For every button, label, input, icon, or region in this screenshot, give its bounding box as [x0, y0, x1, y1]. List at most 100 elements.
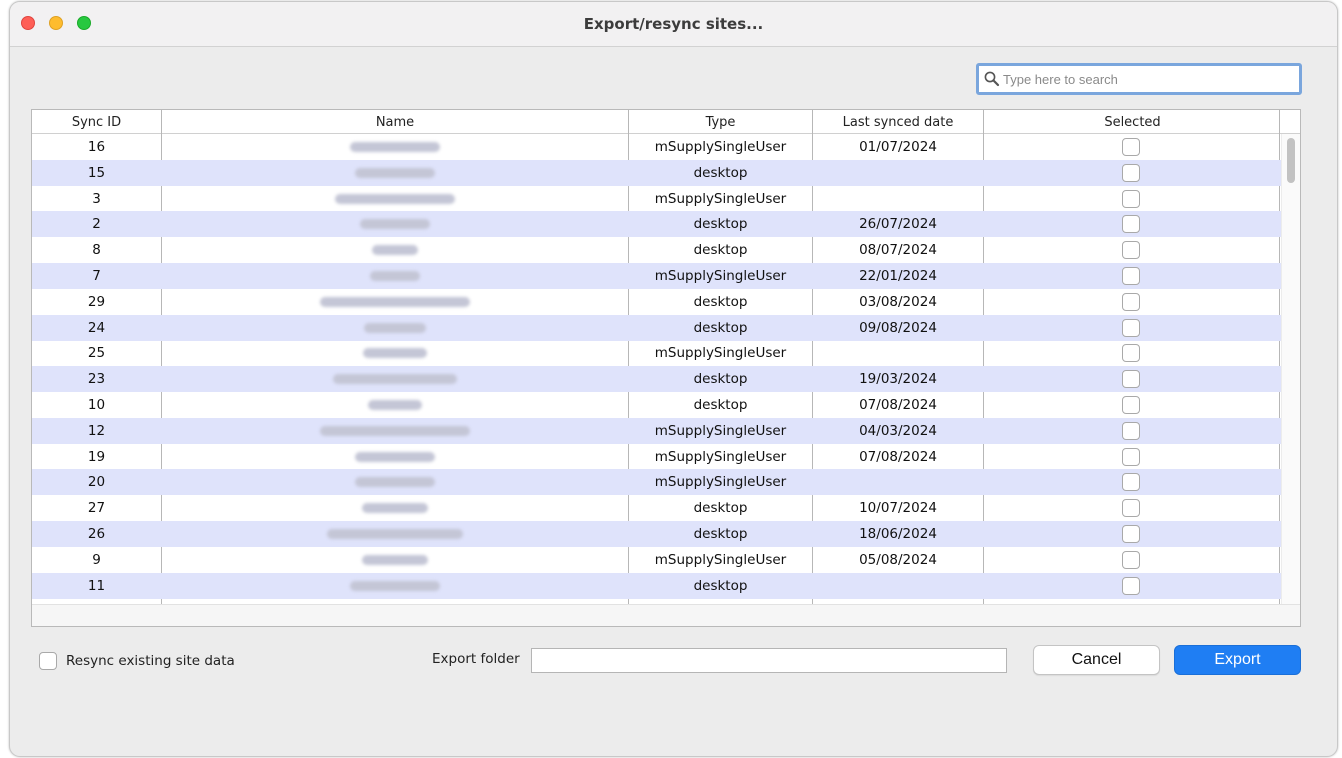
table-row[interactable]: 29 desktop 03/08/2024 — [32, 289, 1282, 315]
table-row[interactable]: 23 desktop 19/03/2024 — [32, 366, 1282, 393]
table-row[interactable]: 27 desktop 10/07/2024 — [32, 495, 1282, 521]
selected-checkbox[interactable] — [1122, 499, 1140, 518]
column-header-selected[interactable]: Selected — [984, 115, 1281, 130]
title-bar: Export/resync sites... — [10, 2, 1337, 47]
last-synced-cell: 10/07/2024 — [859, 500, 937, 517]
last-synced-cell: 08/07/2024 — [859, 242, 937, 259]
selected-checkbox[interactable] — [1122, 525, 1140, 543]
selected-checkbox[interactable] — [1122, 189, 1140, 208]
redacted-name — [364, 322, 426, 333]
search-input[interactable] — [1003, 68, 1293, 90]
table-row[interactable]: 2 desktop 26/07/2024 — [32, 211, 1282, 238]
redacted-name — [355, 477, 435, 488]
type-cell: mSupplySingleUser — [654, 448, 787, 465]
name-cell — [162, 449, 628, 466]
sync-id-cell: 23 — [87, 371, 106, 388]
export-folder-input[interactable] — [531, 648, 1007, 673]
redacted-name — [362, 554, 428, 565]
selected-checkbox[interactable] — [1122, 163, 1140, 182]
search-icon — [984, 71, 1000, 87]
table-row[interactable]: 12 mSupplySingleUser 04/03/2024 — [32, 417, 1282, 444]
selected-checkbox[interactable] — [1122, 318, 1140, 337]
vertical-scrollbar[interactable] — [1281, 134, 1300, 604]
type-cell: mSupplySingleUser — [654, 139, 787, 155]
selected-checkbox[interactable] — [1122, 576, 1140, 595]
table-row[interactable]: 8 desktop 08/07/2024 — [32, 237, 1282, 263]
name-cell — [162, 552, 628, 569]
redacted-name — [327, 529, 463, 539]
type-cell: mSupplySingleUser — [654, 551, 787, 568]
selected-checkbox[interactable] — [1122, 138, 1140, 156]
column-header-last-synced[interactable]: Last synced date — [813, 115, 983, 130]
redacted-name — [335, 193, 455, 204]
name-cell — [162, 500, 628, 517]
type-cell: desktop — [693, 242, 748, 259]
table-row[interactable]: 25 mSupplySingleUser — [32, 340, 1282, 366]
table-row[interactable]: 19 mSupplySingleUser 07/08/2024 — [32, 444, 1282, 470]
selected-checkbox[interactable] — [1122, 241, 1140, 260]
selected-checkbox[interactable] — [1122, 447, 1140, 466]
sync-id-cell: 12 — [87, 422, 106, 439]
name-cell — [162, 320, 628, 337]
sync-id-cell: 24 — [87, 319, 106, 336]
cancel-button[interactable]: Cancel — [1033, 645, 1160, 675]
type-cell: desktop — [693, 164, 748, 181]
column-header-type[interactable]: Type — [629, 115, 812, 130]
export-button[interactable]: Export — [1174, 645, 1301, 675]
sync-id-cell: 7 — [92, 268, 101, 284]
search-field[interactable] — [976, 63, 1302, 95]
selected-checkbox[interactable] — [1122, 344, 1140, 363]
name-cell — [162, 371, 628, 388]
type-cell: desktop — [693, 319, 748, 336]
horizontal-scrollbar[interactable] — [32, 604, 1300, 626]
scrollbar-thumb[interactable] — [1287, 138, 1295, 183]
export-resync-window: Export/resync sites... Sync ID Name Type… — [9, 1, 1338, 757]
column-header-sync-id[interactable]: Sync ID — [32, 115, 161, 130]
table-row[interactable]: 20 mSupplySingleUser — [32, 469, 1282, 496]
type-cell: mSupplySingleUser — [654, 190, 787, 207]
name-cell — [162, 294, 628, 311]
selected-checkbox[interactable] — [1122, 267, 1140, 285]
resync-checkbox[interactable] — [39, 652, 57, 670]
selected-checkbox[interactable] — [1122, 550, 1140, 569]
name-cell — [162, 242, 628, 259]
sync-id-cell: 3 — [92, 190, 101, 207]
type-cell: mSupplySingleUser — [654, 474, 787, 491]
export-folder-label: Export folder — [432, 651, 520, 667]
column-header-name[interactable]: Name — [162, 115, 628, 130]
redacted-name — [355, 167, 435, 178]
sync-id-cell: 10 — [87, 397, 106, 413]
table-row[interactable]: 7 mSupplySingleUser 22/01/2024 — [32, 263, 1282, 289]
table-row[interactable]: 15 desktop — [32, 159, 1282, 186]
table-row[interactable]: 9 mSupplySingleUser 05/08/2024 — [32, 547, 1282, 573]
name-cell — [162, 345, 628, 362]
table-row[interactable]: 16 mSupplySingleUser 01/07/2024 — [32, 134, 1282, 160]
selected-checkbox[interactable] — [1122, 421, 1140, 440]
selected-checkbox[interactable] — [1122, 396, 1140, 414]
name-cell — [162, 474, 628, 491]
sync-id-cell: 20 — [87, 474, 106, 491]
selected-checkbox[interactable] — [1122, 215, 1140, 234]
selected-checkbox[interactable] — [1122, 370, 1140, 389]
table-row[interactable]: 10 desktop 07/08/2024 — [32, 392, 1282, 418]
sync-id-cell: 16 — [87, 139, 106, 155]
sync-id-cell: 8 — [92, 242, 101, 259]
selected-checkbox[interactable] — [1122, 473, 1140, 492]
table-row[interactable]: 24 desktop 09/08/2024 — [32, 314, 1282, 341]
sync-id-cell: 19 — [87, 448, 106, 465]
table-row[interactable]: 26 desktop 18/06/2024 — [32, 521, 1282, 547]
last-synced-cell: 07/08/2024 — [859, 397, 937, 413]
type-cell: mSupplySingleUser — [654, 345, 787, 362]
type-cell: desktop — [693, 500, 748, 517]
table-row[interactable]: 11 desktop — [32, 572, 1282, 599]
last-synced-cell: 09/08/2024 — [859, 319, 937, 336]
name-cell — [162, 526, 628, 543]
name-cell — [162, 397, 628, 414]
last-synced-cell: 07/08/2024 — [859, 448, 937, 465]
redacted-name — [370, 271, 420, 281]
name-cell — [162, 578, 628, 595]
sync-id-cell: 25 — [87, 345, 106, 362]
table-row[interactable]: 3 mSupplySingleUser — [32, 186, 1282, 212]
last-synced-cell: 18/06/2024 — [859, 526, 937, 542]
selected-checkbox[interactable] — [1122, 292, 1140, 311]
